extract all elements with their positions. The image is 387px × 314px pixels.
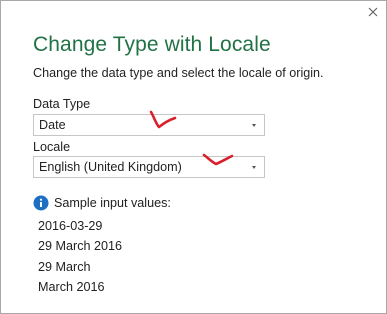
info-icon — [33, 195, 49, 211]
sample-value: 2016-03-29 — [38, 219, 103, 233]
data-type-label: Data Type — [33, 97, 91, 111]
sample-value: 29 March 2016 — [38, 239, 123, 253]
chevron-down-icon — [252, 124, 256, 127]
locale-label: Locale — [33, 140, 71, 154]
sample-value: 29 March — [38, 260, 91, 274]
data-type-selected-value: Date — [39, 118, 66, 132]
locale-select[interactable]: English (United Kingdom) — [33, 156, 265, 178]
locale-selected-value: English (United Kingdom) — [39, 160, 182, 174]
data-type-select[interactable]: Date — [33, 114, 265, 136]
sample-value: March 2016 — [38, 280, 105, 294]
sample-input-label: Sample input values: — [54, 196, 171, 210]
change-type-with-locale-dialog: Change Type with Locale Change the data … — [0, 0, 387, 314]
close-icon[interactable] — [368, 7, 378, 17]
dialog-title: Change Type with Locale — [33, 33, 271, 56]
dialog-description: Change the data type and select the loca… — [33, 66, 324, 80]
chevron-down-icon — [252, 166, 256, 169]
